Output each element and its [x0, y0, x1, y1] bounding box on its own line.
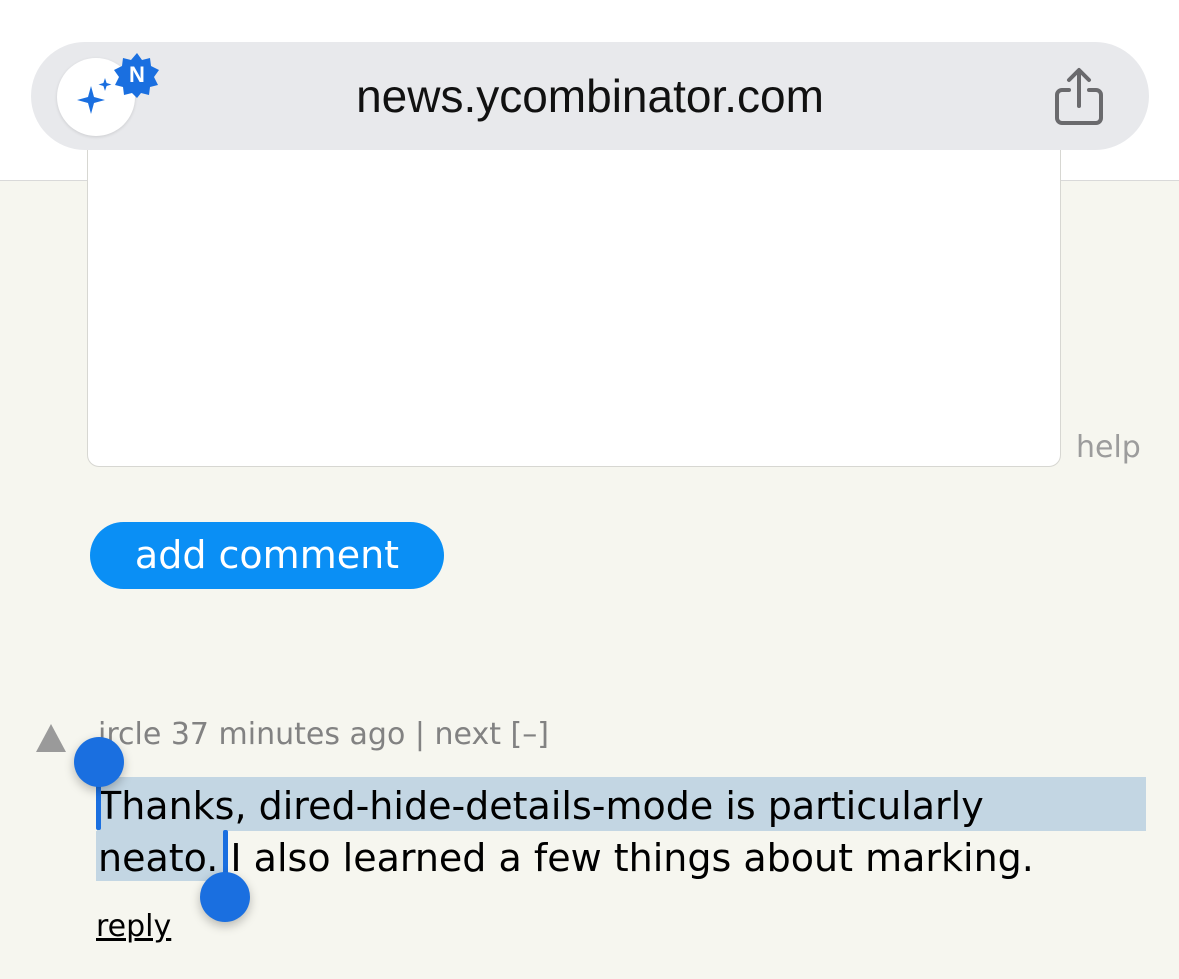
comment-age[interactable]: 37 minutes ago [171, 717, 405, 752]
add-comment-button[interactable]: add comment [90, 522, 444, 589]
selection-end-handle[interactable] [200, 872, 250, 922]
share-button[interactable] [1050, 66, 1108, 128]
reply-link[interactable]: reply [96, 909, 171, 944]
comment-text-line: Thanks, dired-hide-details-mode is parti… [98, 784, 984, 828]
extension-badge: N [114, 52, 160, 98]
help-link[interactable]: help [1076, 430, 1141, 465]
comment-text-line: neato. I also learned a few things about… [98, 836, 1034, 880]
upvote-arrow-icon[interactable] [36, 724, 66, 752]
next-link[interactable]: next [435, 717, 501, 752]
extension-badge-label: N [129, 62, 145, 87]
url-text[interactable]: news.ycombinator.com [200, 66, 980, 126]
share-icon [1055, 68, 1103, 125]
comment-text: Thanks, dired-hide-details-mode is parti… [98, 780, 1158, 884]
comment-textarea[interactable] [87, 150, 1061, 467]
comment-meta: ircle 37 minutes ago | next [–] [98, 717, 549, 752]
collapse-toggle[interactable]: [–] [511, 717, 549, 752]
meta-separator: | [414, 717, 425, 752]
selection-start-handle[interactable] [74, 737, 124, 787]
